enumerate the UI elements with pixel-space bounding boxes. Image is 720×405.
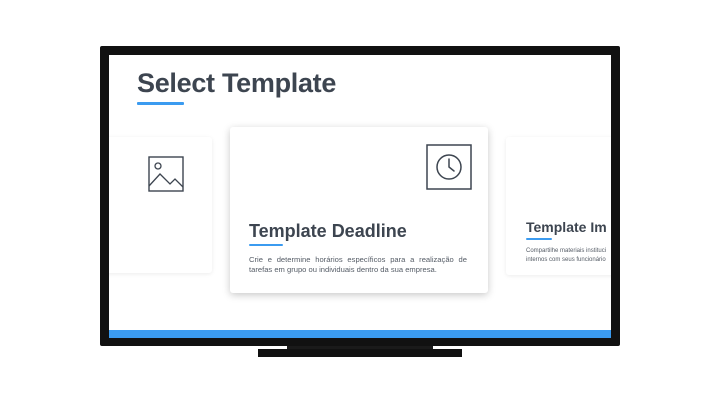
title-underline [137,102,184,105]
card-description: Crie e determine horários específicos pa… [249,255,467,274]
card-title: Template Deadline [249,221,407,241]
card-title: Template Im [526,219,607,235]
image-icon [148,156,184,192]
clock-icon [426,144,472,190]
page-title: Select Template [137,68,337,98]
card-description-line: Compartilhe materiais instituci [526,248,607,254]
card-title-underline [526,238,552,240]
template-card-right[interactable]: Template Im Compartilhe materiais instit… [506,137,611,275]
bottom-accent-bar [109,330,611,338]
card-title-underline [249,244,283,246]
template-card-image[interactable] [109,137,212,273]
tv-screen: Select Template Template Deadline Crie e… [109,55,611,338]
card-description: Compartilhe materiais instituci internos… [526,247,611,264]
tv-stand-base [258,349,462,357]
template-card-deadline[interactable]: Template Deadline Crie e determine horár… [230,127,488,293]
tv-mockup: Select Template Template Deadline Crie e… [0,0,720,405]
card-description-line: internos com seus funcionário [526,256,606,263]
